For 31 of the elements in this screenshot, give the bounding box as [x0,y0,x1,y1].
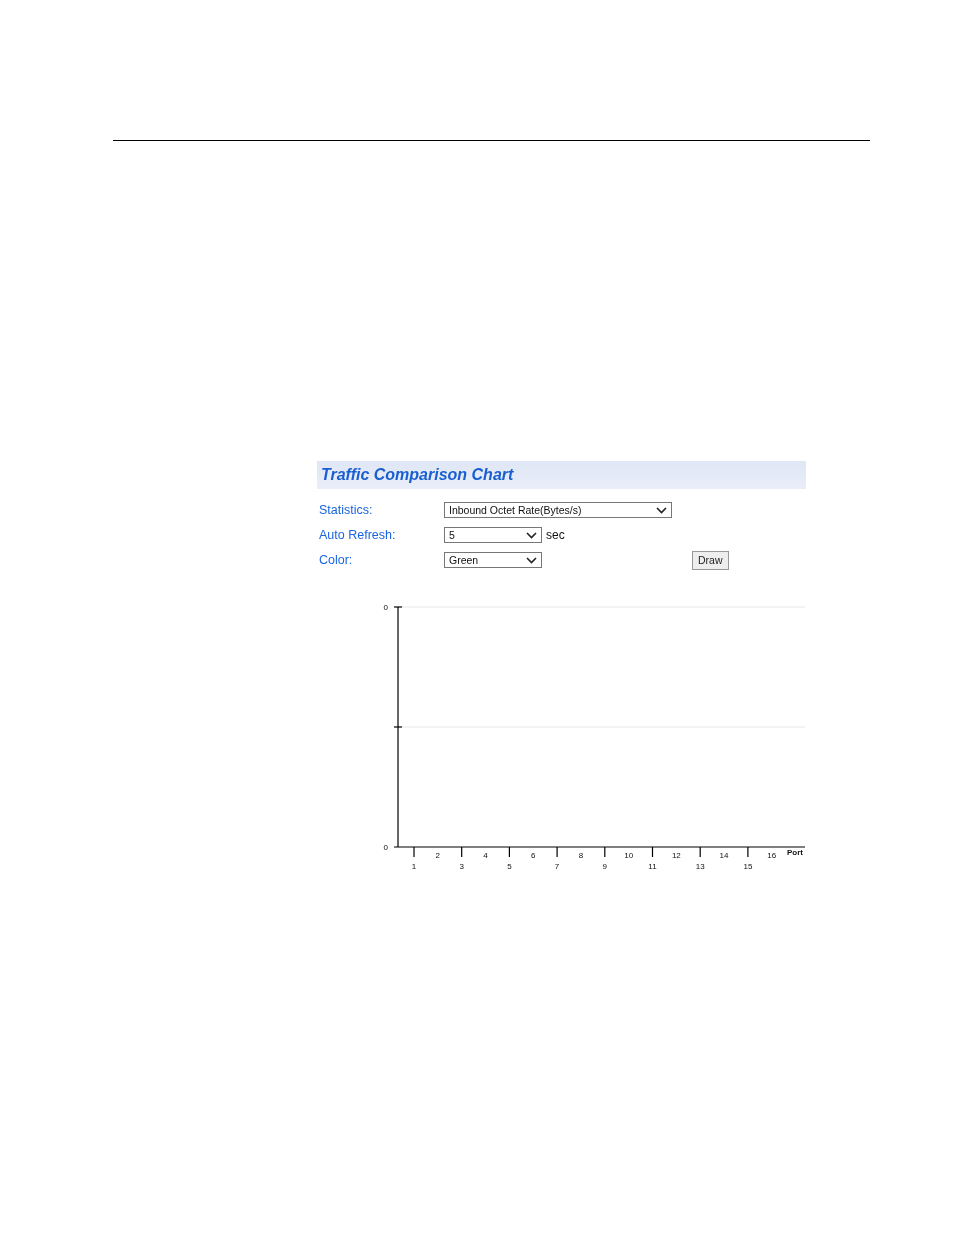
x-axis-label: 2 [435,851,441,860]
caret-icon [526,531,537,539]
x-axis-label: 4 [483,851,488,860]
y-axis-label: 0 [383,843,388,852]
x-axis-label: 13 [695,862,705,871]
field-label: Statistics: [319,503,374,517]
x-axis-label: 12 [671,851,681,860]
x-axis-label: 6 [531,851,536,860]
x-axis-title: Port [787,848,803,857]
caret-icon [656,506,667,514]
dropdown[interactable]: Green [444,552,542,568]
x-axis-label: 10 [624,851,634,860]
x-axis-label: 3 [459,862,464,871]
x-axis-label: 16 [767,851,777,860]
x-axis-label: 5 [507,862,512,871]
caret-icon [526,556,537,564]
dropdown[interactable]: Inbound Octet Rate(Bytes/s) [444,502,672,518]
x-axis-label: 1 [411,862,417,871]
y-axis-label: 0 [383,603,388,612]
x-axis-label: 15 [743,862,753,871]
unit-label: sec [546,528,565,542]
draw-button[interactable]: Draw [692,550,729,570]
field-label: Color: [319,553,354,567]
x-axis-label: 9 [602,862,608,871]
x-axis-label: 14 [719,851,729,860]
field-label: Auto Refresh: [319,528,397,542]
x-axis-label: 7 [554,862,560,871]
x-axis-label: 8 [578,851,584,860]
x-axis-label: 11 [648,862,657,871]
dropdown[interactable]: 5 [444,527,542,543]
panel-title: Traffic Comparison Chart [321,466,514,484]
